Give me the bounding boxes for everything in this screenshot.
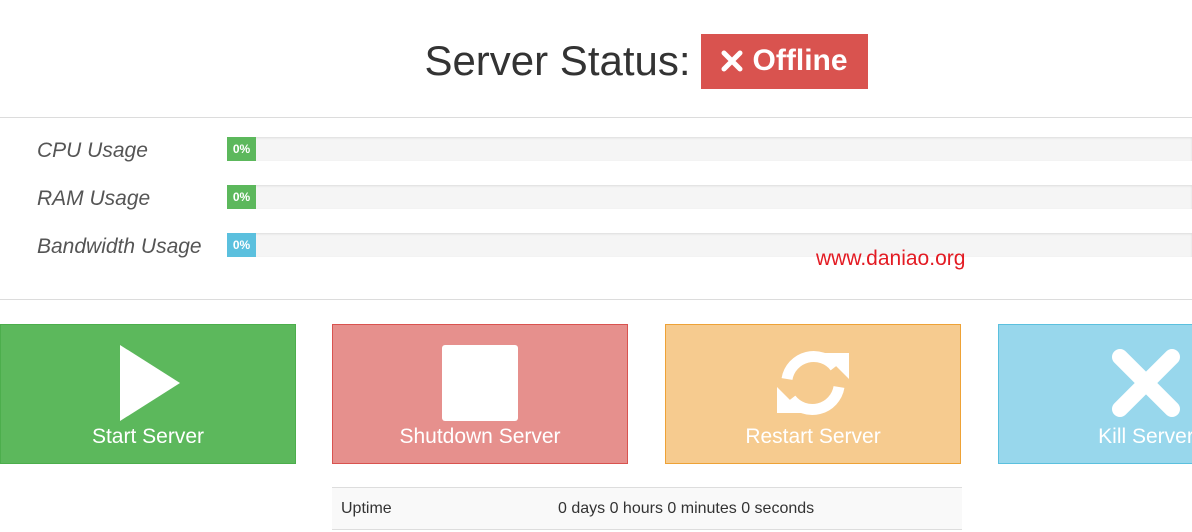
status-badge-label: Offline <box>752 44 848 77</box>
play-icon <box>120 345 180 421</box>
ram-progress-bar: 0% <box>227 185 1192 209</box>
kill-server-label: Kill Server <box>1098 425 1192 448</box>
start-server-label: Start Server <box>91 425 205 448</box>
cpu-progress-bar: 0% <box>227 137 1192 161</box>
bandwidth-progress-fill: 0% <box>227 233 256 257</box>
server-status-header: Server Status: Offline <box>0 28 1192 94</box>
divider-middle <box>0 299 1192 300</box>
usage-row-bandwidth: Bandwidth Usage 0% <box>0 233 1192 263</box>
bandwidth-progress-bar: 0% <box>227 233 1192 257</box>
usage-label-cpu: CPU Usage <box>37 139 148 162</box>
server-info-table: Uptime 0 days 0 hours 0 minutes 0 second… <box>332 487 962 530</box>
usage-row-cpu: CPU Usage 0% <box>0 137 1192 167</box>
stop-icon <box>442 345 518 421</box>
uptime-value: 0 days 0 hours 0 minutes 0 seconds <box>558 500 815 517</box>
close-icon <box>1112 349 1180 417</box>
restart-server-label: Restart Server <box>745 425 881 448</box>
shutdown-server-label: Shutdown Server <box>399 425 561 448</box>
server-control-page: Server Status: Offline CPU Usage 0% RAM … <box>0 0 1192 532</box>
usage-label-ram: RAM Usage <box>37 187 151 210</box>
cpu-progress-text: 0% <box>232 142 251 156</box>
usage-label-bandwidth: Bandwidth Usage <box>37 235 202 258</box>
divider-top <box>0 117 1192 118</box>
ram-progress-text: 0% <box>232 190 251 204</box>
cpu-progress-fill: 0% <box>227 137 256 161</box>
start-server-button[interactable]: Start Server <box>0 324 296 464</box>
ram-progress-fill: 0% <box>227 185 256 209</box>
status-badge: Offline <box>700 33 868 89</box>
kill-server-button[interactable]: Kill Server <box>998 324 1192 464</box>
restart-server-button[interactable]: Restart Server <box>665 324 961 464</box>
refresh-icon <box>777 351 849 415</box>
usage-row-ram: RAM Usage 0% <box>0 185 1192 215</box>
x-icon <box>721 50 743 72</box>
bandwidth-progress-text: 0% <box>232 238 251 252</box>
shutdown-server-button[interactable]: Shutdown Server <box>332 324 628 464</box>
watermark: www.daniao.org <box>816 247 966 270</box>
uptime-label: Uptime <box>341 500 392 517</box>
page-title: Server Status: <box>424 37 691 84</box>
